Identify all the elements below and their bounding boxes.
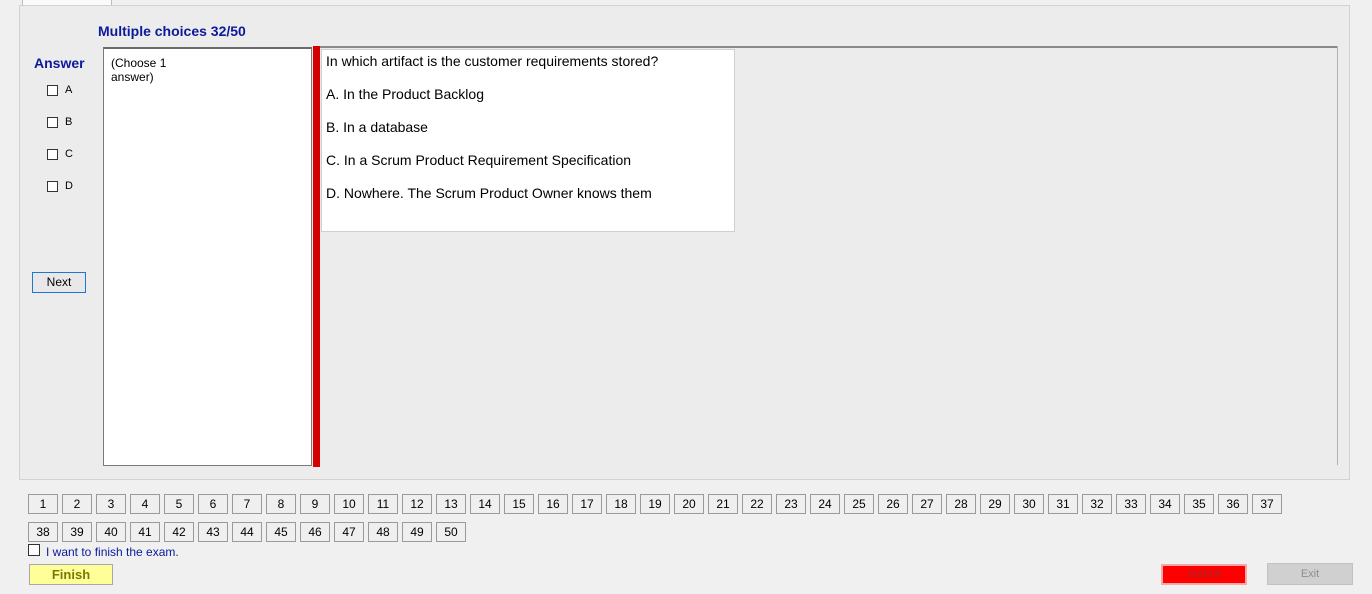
question-nav-button[interactable]: 32 bbox=[1082, 494, 1112, 514]
question-nav-button[interactable]: 35 bbox=[1184, 494, 1214, 514]
question-nav-button[interactable]: 20 bbox=[674, 494, 704, 514]
question-nav-button[interactable]: 6 bbox=[198, 494, 228, 514]
question-nav-button[interactable]: 21 bbox=[708, 494, 738, 514]
question-nav-button[interactable]: 36 bbox=[1218, 494, 1248, 514]
answer-option-a[interactable]: A bbox=[47, 83, 72, 97]
question-nav-button[interactable]: 43 bbox=[198, 522, 228, 542]
answer-option-d[interactable]: D bbox=[47, 179, 73, 193]
checkbox-a[interactable] bbox=[47, 84, 58, 96]
question-nav-button[interactable]: 30 bbox=[1014, 494, 1044, 514]
question-nav-button[interactable]: 34 bbox=[1150, 494, 1180, 514]
question-nav-button[interactable]: 28 bbox=[946, 494, 976, 514]
question-nav-button[interactable]: 19 bbox=[640, 494, 670, 514]
red-divider bbox=[313, 46, 320, 467]
question-nav-button[interactable]: 2 bbox=[62, 494, 92, 514]
choice-b: B. In a database bbox=[326, 119, 428, 135]
question-nav-button[interactable]: 33 bbox=[1116, 494, 1146, 514]
question-nav-button[interactable]: 37 bbox=[1252, 494, 1282, 514]
question-nav-button[interactable]: 47 bbox=[334, 522, 364, 542]
question-nav-button[interactable]: 31 bbox=[1048, 494, 1078, 514]
question-nav-button[interactable]: 1 bbox=[28, 494, 58, 514]
question-nav-button[interactable]: 11 bbox=[368, 494, 398, 514]
instruction-box: (Choose 1 answer) bbox=[103, 47, 312, 466]
question-nav-button[interactable]: 13 bbox=[436, 494, 466, 514]
question-nav-button[interactable]: 24 bbox=[810, 494, 840, 514]
question-nav-button[interactable]: 26 bbox=[878, 494, 908, 514]
instruction-text: (Choose 1 answer) bbox=[111, 56, 167, 84]
question-nav-button[interactable]: 10 bbox=[334, 494, 364, 514]
checkbox-d[interactable] bbox=[47, 180, 58, 192]
question-nav-button[interactable]: 8 bbox=[266, 494, 296, 514]
question-nav-button[interactable]: 42 bbox=[164, 522, 194, 542]
question-nav-button[interactable]: 38 bbox=[28, 522, 58, 542]
question-nav-button[interactable]: 50 bbox=[436, 522, 466, 542]
finish-exam-label: I want to finish the exam. bbox=[46, 545, 179, 559]
question-nav-button[interactable]: 46 bbox=[300, 522, 330, 542]
question-nav-button[interactable]: 49 bbox=[402, 522, 432, 542]
question-nav-button[interactable]: 15 bbox=[504, 494, 534, 514]
checkbox-c[interactable] bbox=[47, 148, 58, 160]
question-nav-button[interactable]: 18 bbox=[606, 494, 636, 514]
finish-exam-checkbox[interactable] bbox=[28, 544, 40, 556]
question-nav-button[interactable]: 27 bbox=[912, 494, 942, 514]
exit-button[interactable]: Exit bbox=[1267, 563, 1353, 585]
question-nav-button[interactable]: 16 bbox=[538, 494, 568, 514]
question-nav-button[interactable]: 23 bbox=[776, 494, 806, 514]
question-nav-button[interactable]: 7 bbox=[232, 494, 262, 514]
question-nav-button[interactable]: 22 bbox=[742, 494, 772, 514]
option-label-b: B bbox=[65, 116, 73, 128]
right-divider bbox=[1337, 46, 1338, 465]
next-button[interactable]: Next bbox=[32, 272, 86, 293]
question-nav-button[interactable]: 40 bbox=[96, 522, 126, 542]
question-box: In which artifact is the customer requir… bbox=[321, 49, 735, 232]
choice-a: A. In the Product Backlog bbox=[326, 86, 484, 102]
question-nav-button[interactable]: 5 bbox=[164, 494, 194, 514]
answer-option-c[interactable]: C bbox=[47, 147, 73, 161]
question-nav-button[interactable]: 39 bbox=[62, 522, 92, 542]
option-label-c: C bbox=[65, 148, 73, 160]
question-nav-button[interactable]: 14 bbox=[470, 494, 500, 514]
question-nav-button[interactable]: 48 bbox=[368, 522, 398, 542]
checkbox-b[interactable] bbox=[47, 116, 58, 128]
question-nav-button[interactable]: 29 bbox=[980, 494, 1010, 514]
question-nav-button[interactable]: 45 bbox=[266, 522, 296, 542]
option-label-a: A bbox=[65, 84, 73, 96]
question-nav-button[interactable]: 12 bbox=[402, 494, 432, 514]
page-title: Multiple choices 32/50 bbox=[98, 23, 246, 39]
submit-button[interactable]: Submit bbox=[1161, 564, 1247, 585]
answer-label: Answer bbox=[34, 55, 85, 71]
option-label-d: D bbox=[65, 180, 73, 192]
question-nav-button[interactable]: 44 bbox=[232, 522, 262, 542]
finish-button[interactable]: Finish bbox=[29, 564, 113, 585]
question-nav-button[interactable]: 41 bbox=[130, 522, 160, 542]
question-text: In which artifact is the customer requir… bbox=[326, 53, 659, 69]
choice-d: D. Nowhere. The Scrum Product Owner know… bbox=[326, 185, 652, 201]
question-nav-button[interactable]: 3 bbox=[96, 494, 126, 514]
question-nav-button[interactable]: 25 bbox=[844, 494, 874, 514]
top-divider bbox=[320, 46, 1338, 48]
question-nav-button[interactable]: 17 bbox=[572, 494, 602, 514]
answer-option-b[interactable]: B bbox=[47, 115, 72, 129]
question-nav-button[interactable]: 9 bbox=[300, 494, 330, 514]
choice-c: C. In a Scrum Product Requirement Specif… bbox=[326, 152, 632, 168]
question-nav-button[interactable]: 4 bbox=[130, 494, 160, 514]
